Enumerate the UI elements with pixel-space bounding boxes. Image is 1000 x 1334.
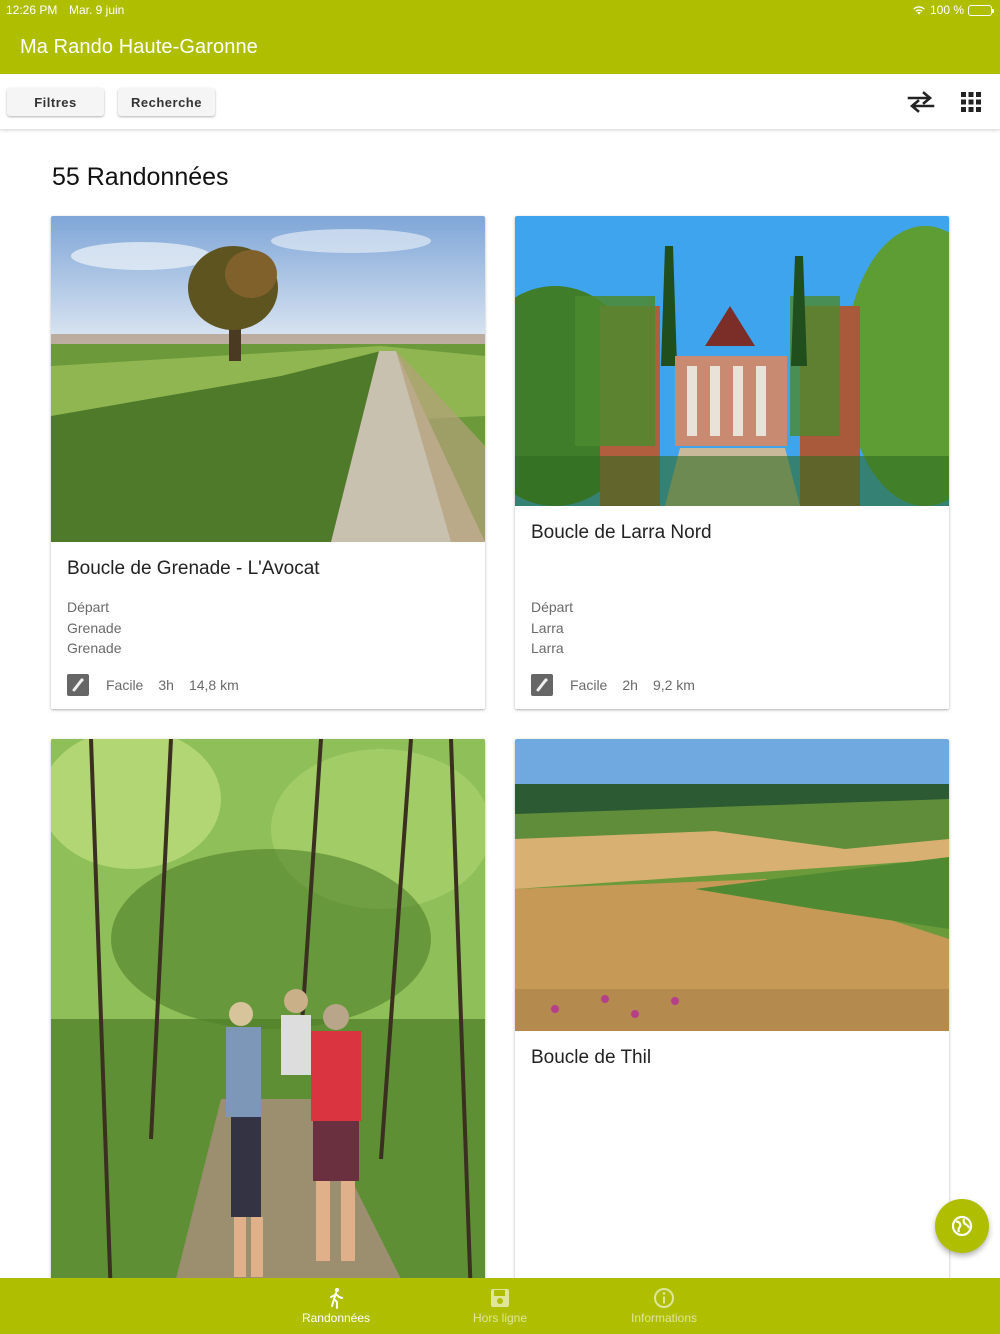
hike-difficulty: Facile [106, 677, 144, 693]
hike-title: Boucle de Thil [531, 1047, 652, 1068]
hike-title: Boucle de Larra Nord [531, 522, 712, 543]
hike-duration: 2h [622, 677, 638, 693]
hike-photo [51, 739, 485, 1278]
swap-arrows-icon [907, 91, 935, 113]
departure-line: Larra [531, 619, 564, 636]
battery-icon [968, 4, 994, 16]
map-fab-button[interactable] [935, 1199, 989, 1253]
search-button[interactable]: Recherche [118, 88, 215, 116]
nav-randonnees[interactable]: Randonnées [266, 1278, 406, 1334]
nav-hors-ligne[interactable]: Hors ligne [430, 1278, 570, 1334]
nav-label: Hors ligne [472, 1311, 528, 1325]
walker-icon [330, 1288, 343, 1309]
globe-icon [951, 1215, 973, 1237]
grid-view-icon[interactable] [956, 88, 986, 116]
hike-distance: 14,8 km [188, 677, 239, 693]
departure-line: Larra [531, 640, 564, 656]
hike-duration: 3h [158, 677, 174, 693]
app-title: Ma Rando Haute-Garonne [20, 36, 258, 58]
nav-label: Randonnées [301, 1311, 371, 1325]
hike-distance: 9,2 km [652, 677, 695, 693]
wifi-icon [913, 6, 925, 15]
hike-photo [515, 216, 949, 506]
result-count-title: 55 Randonnées [52, 163, 229, 191]
hike-difficulty: Facile [570, 677, 608, 693]
hike-meta: Facile 3h 14,8 km [67, 674, 254, 696]
nav-label: Informations [630, 1311, 698, 1325]
hike-title: Boucle de Grenade - L'Avocat [67, 558, 320, 579]
status-right: 100 % [912, 3, 994, 17]
hike-departure: Départ Grenade Grenade [67, 597, 121, 659]
hike-photo [51, 216, 485, 542]
hike-card[interactable]: Boucle de Larra Nord Départ Larra Larra … [515, 216, 949, 709]
departure-label: Départ [531, 599, 574, 615]
save-icon [491, 1289, 509, 1307]
apps-grid-icon [961, 92, 981, 112]
hike-photo [515, 739, 949, 1031]
swap-view-icon[interactable] [906, 88, 936, 116]
app-header: 12:26 PM Mar. 9 juin 100 % Ma Rando Haut… [0, 0, 1000, 74]
status-date: Mar. 9 juin [69, 3, 125, 17]
footprint-icon [67, 674, 89, 696]
hike-card[interactable]: Boucle de Thil [515, 739, 949, 1278]
filters-button[interactable]: Filtres [7, 88, 104, 116]
status-bar: 12:26 PM Mar. 9 juin 100 % [0, 0, 1000, 20]
hike-card[interactable] [51, 739, 485, 1278]
toolbar: Filtres Recherche [0, 74, 1000, 130]
main-content: 55 Randonnées Boucle de Grenade - L'Avoc… [0, 130, 1000, 1278]
departure-label: Départ [67, 599, 110, 615]
bottom-nav: Randonnées Hors ligne Informations [0, 1278, 1000, 1334]
status-time: 12:26 PM [6, 3, 58, 17]
battery-percent: 100 % [929, 3, 964, 17]
departure-line: Grenade [67, 619, 122, 636]
hike-departure: Départ Larra Larra [531, 597, 573, 659]
hike-meta: Facile 2h 9,2 km [531, 674, 710, 696]
nav-informations[interactable]: Informations [594, 1278, 734, 1334]
footprint-icon [531, 674, 553, 696]
departure-line: Grenade [67, 640, 122, 656]
info-icon [654, 1288, 674, 1308]
hike-card[interactable]: Boucle de Grenade - L'Avocat Départ Gren… [51, 216, 485, 709]
